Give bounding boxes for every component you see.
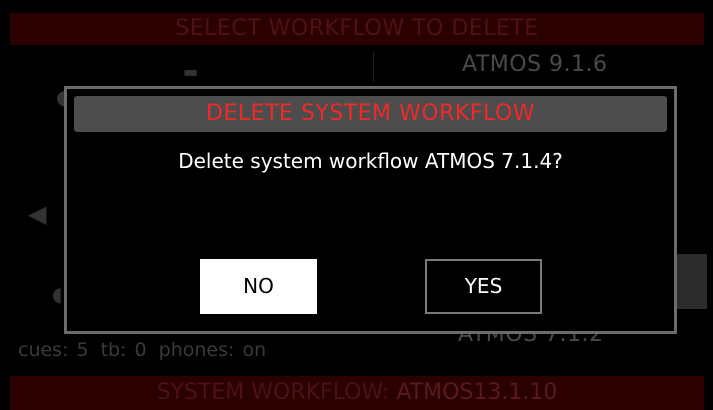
background-icon-bottom: ◖ — [52, 282, 63, 306]
screen: SELECT WORKFLOW TO DELETE ▬ ◖ ◀ ◖ ATMOS … — [0, 0, 713, 410]
footer-label: SYSTEM WORKFLOW: — [156, 380, 390, 405]
cues-status: cues: 5 — [18, 339, 89, 361]
dialog-title: DELETE SYSTEM WORKFLOW — [74, 96, 667, 132]
workflow-list-item-top[interactable]: ATMOS 9.1.6 — [462, 52, 608, 77]
background-header: SELECT WORKFLOW TO DELETE — [10, 13, 704, 45]
delete-workflow-dialog: DELETE SYSTEM WORKFLOW Delete system wor… — [64, 86, 677, 334]
phones-status: phones: on — [158, 339, 267, 361]
background-divider — [373, 52, 374, 82]
yes-button[interactable]: YES — [425, 259, 542, 314]
speaker-icon: ◀ — [28, 200, 47, 228]
dialog-message: Delete system workflow ATMOS 7.1.4? — [178, 149, 563, 173]
footer-value: ATMOS13.1.10 — [396, 380, 558, 405]
status-line: cues: 5 tb: 0 phones: on — [18, 339, 278, 361]
background-icon-top: ▬ — [183, 62, 199, 81]
no-button[interactable]: NO — [200, 259, 317, 314]
scrollbar-thumb[interactable] — [677, 254, 707, 309]
tb-status: tb: 0 — [100, 339, 147, 361]
background-footer: SYSTEM WORKFLOW: ATMOS13.1.10 — [10, 376, 704, 410]
